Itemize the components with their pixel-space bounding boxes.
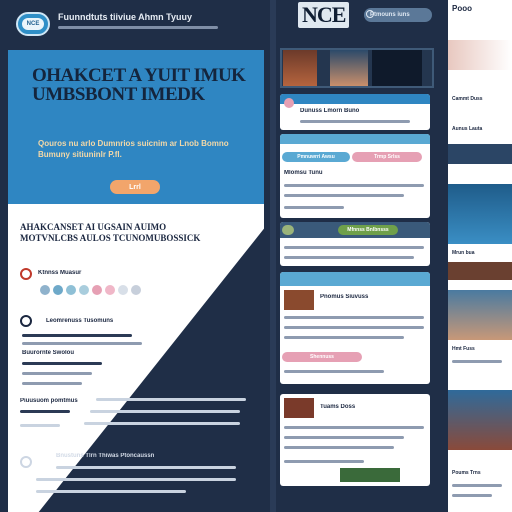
news-card[interactable]: Mfnnss Bnlbnsss	[280, 222, 430, 266]
hero-photo-3	[372, 50, 422, 86]
tag-icon	[284, 98, 294, 108]
text-line	[84, 422, 240, 425]
row-label-3[interactable]: Buurornte Swolou	[22, 350, 122, 356]
row-label-2[interactable]: Leomrenuss Tusomuns	[46, 318, 126, 324]
column-divider	[270, 0, 276, 512]
text-line	[20, 424, 60, 427]
sidebar-image[interactable]	[448, 390, 512, 450]
sidebar-item-5[interactable]: Poums Trns	[452, 470, 510, 476]
swatch-6[interactable]	[105, 285, 115, 295]
top-nav-underline	[58, 26, 218, 29]
news-card[interactable]: Pnomus Siuvuss Shennuss	[280, 272, 430, 384]
card-title: Tuams Doss	[320, 404, 356, 410]
text-line	[96, 398, 246, 401]
section-title: AHAKCANSET AI UGSAIN AUIMO MOTVNLCBS AUL…	[20, 222, 201, 243]
card-header	[280, 134, 430, 144]
text-line	[284, 460, 364, 463]
card-title: Mlomsu Tunu	[284, 170, 323, 176]
middle-brand[interactable]: NCE	[298, 2, 350, 28]
text-line	[90, 410, 240, 413]
swatch-3[interactable]	[66, 285, 76, 295]
card-tag[interactable]: Shennuss	[282, 352, 362, 362]
card-tag[interactable]: Trmp Srlss	[352, 152, 422, 162]
card-tag[interactable]: Mfnnss Bnlbnsss	[338, 225, 398, 235]
sidebar-image[interactable]	[448, 290, 512, 340]
row-label-4[interactable]: Piuusuom pomtmus	[20, 398, 90, 404]
text-line	[56, 466, 236, 469]
news-card[interactable]: Tuams Doss	[280, 394, 430, 486]
swatch-4[interactable]	[79, 285, 89, 295]
search-input[interactable]: Ptmouns iuns	[364, 8, 432, 22]
hero-photo-2	[330, 50, 368, 86]
hero-photo-1	[283, 50, 317, 86]
card-image	[284, 398, 314, 418]
card-image	[284, 290, 314, 310]
sidebar-title: Pooo	[452, 4, 472, 13]
hero-body: Qouros nu arlo Dumnrios suicnim ar Lnob …	[38, 139, 229, 159]
hero-banner: OHAKCET A YUIT IMUK UMBSBONT IMEDK Qouro…	[8, 50, 264, 204]
news-card[interactable]: Pmnuwrri Awsu Trmp Srlss Mlomsu Tunu	[280, 134, 430, 218]
text-line	[284, 336, 404, 339]
color-swatch-row	[40, 285, 141, 295]
text-line	[452, 360, 502, 363]
text-line	[284, 206, 344, 209]
text-line	[22, 382, 82, 385]
sidebar-image[interactable]	[448, 40, 512, 70]
card-header	[280, 272, 430, 286]
text-line	[284, 370, 384, 373]
top-nav-text[interactable]: Fuunndtuts tiiviue Ahmn Tyuuy	[58, 12, 258, 22]
text-line	[300, 120, 410, 123]
text-line	[284, 184, 424, 187]
search-icon	[366, 10, 374, 18]
news-card[interactable]: Dunuss Lmorn Buno	[280, 94, 430, 130]
refresh-icon[interactable]	[20, 456, 32, 468]
swatch-1[interactable]	[40, 285, 50, 295]
text-line	[284, 256, 414, 259]
text-line	[284, 436, 404, 439]
text-line	[36, 490, 186, 493]
text-line	[284, 326, 424, 329]
sidebar-item-3[interactable]: Mrun bua	[452, 250, 510, 256]
sidebar-image[interactable]	[448, 144, 512, 164]
sidebar-item-1[interactable]: Cammt Duss	[452, 96, 510, 102]
card-title: Pnomus Siuvuss	[320, 294, 369, 300]
text-line	[20, 410, 70, 413]
swatch-8[interactable]	[131, 285, 141, 295]
alert-icon	[20, 268, 32, 280]
text-line	[22, 334, 132, 337]
swatch-7[interactable]	[118, 285, 128, 295]
text-line	[36, 478, 236, 481]
hero-cta-button[interactable]: Lrrl	[110, 180, 160, 194]
text-line	[22, 342, 142, 345]
tag-icon	[282, 225, 294, 235]
logo-text: NCE	[22, 18, 44, 30]
sidebar-image[interactable]	[448, 184, 512, 244]
text-line	[284, 316, 424, 319]
text-line	[22, 362, 102, 365]
page: NCE Fuunndtuts tiiviue Ahmn Tyuuy OHAKCE…	[0, 0, 512, 512]
footer-text: Bnustuns Tlrn Thiwas Ptoncaussn	[56, 453, 155, 459]
card-tag[interactable]: Pmnuwrri Awsu	[282, 152, 350, 162]
user-icon	[20, 315, 32, 327]
sidebar-image[interactable]	[448, 262, 512, 280]
sidebar-item-4[interactable]: Hmt Fuss	[452, 346, 510, 352]
text-line	[284, 446, 394, 449]
swatch-2[interactable]	[53, 285, 63, 295]
text-line	[452, 484, 502, 487]
text-line	[284, 194, 404, 197]
card-title: Dunuss Lmorn Buno	[300, 108, 360, 114]
text-line	[22, 372, 92, 375]
hero-title: OHAKCET A YUIT IMUK UMBSBONT IMEDK	[32, 66, 246, 104]
card-header	[280, 94, 430, 104]
text-line	[452, 494, 492, 497]
card-image	[340, 468, 400, 482]
text-line	[284, 246, 424, 249]
row-label-1[interactable]: Ktnnss Muasur	[38, 270, 128, 276]
swatch-5[interactable]	[92, 285, 102, 295]
text-line	[284, 426, 424, 429]
sidebar-item-2[interactable]: Aunus Lauta	[452, 126, 510, 132]
brand-logo[interactable]: NCE	[16, 12, 50, 36]
